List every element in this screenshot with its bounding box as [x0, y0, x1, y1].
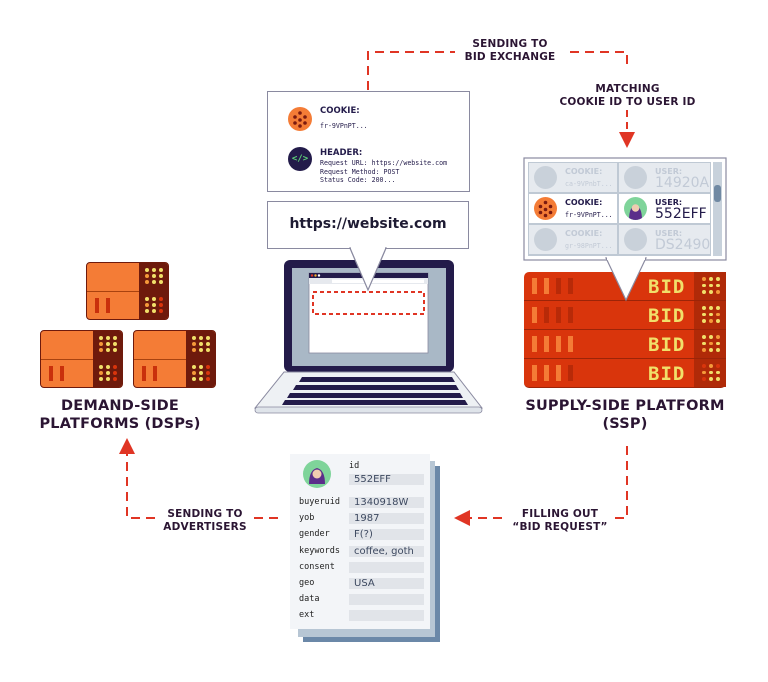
field-value	[349, 561, 424, 573]
field-value: 1340918W	[349, 497, 424, 508]
field-value	[349, 594, 424, 606]
field-key: yob	[299, 513, 315, 524]
field-value: USA	[349, 578, 424, 589]
field-value	[349, 610, 424, 622]
field-value: F(?)	[349, 529, 424, 541]
field-key: geo	[299, 578, 315, 588]
bid-id-value: 552EFF	[349, 474, 424, 485]
field-key: data	[299, 594, 320, 605]
field-value: 1987	[349, 513, 424, 525]
field-key: gender	[299, 529, 330, 540]
bid-id-label: id	[349, 461, 360, 471]
field-key: buyeruid	[299, 497, 340, 507]
field-value: coffee, goth	[349, 545, 424, 557]
field-key: consent	[299, 561, 335, 572]
field-key: ext	[299, 610, 315, 621]
field-key: keywords	[299, 545, 340, 556]
